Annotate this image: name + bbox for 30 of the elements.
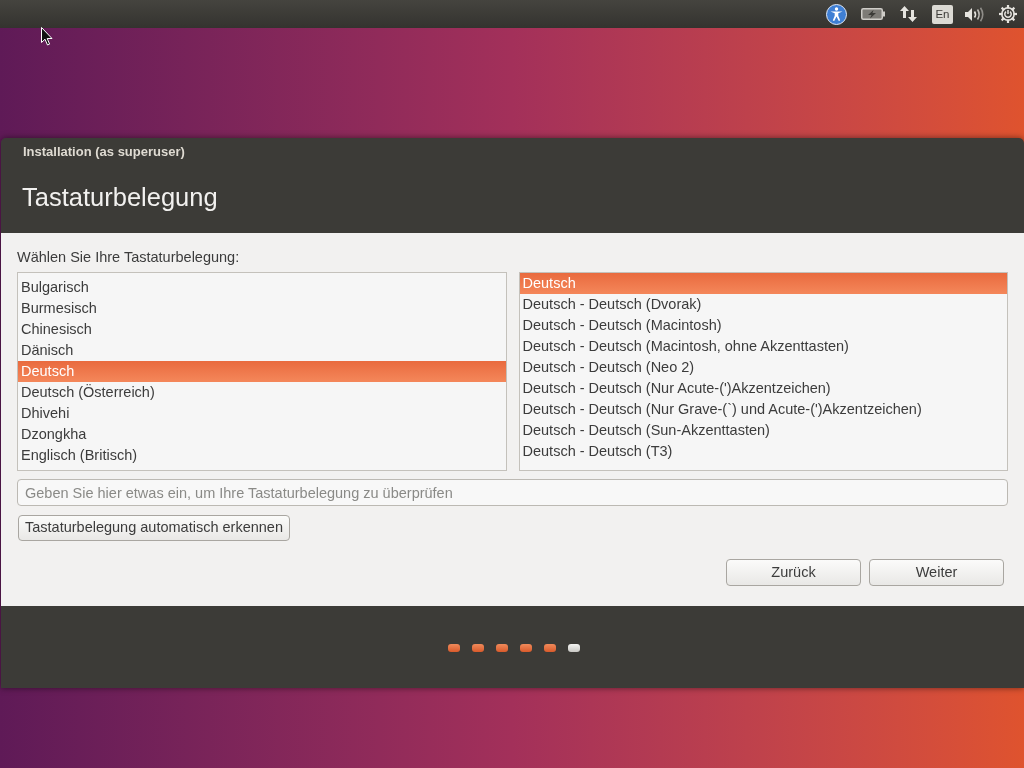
list-item[interactable]: Deutsch - Deutsch (T3) xyxy=(519,441,1007,462)
page-heading: Tastaturbelegung xyxy=(22,182,218,214)
list-item[interactable]: Deutsch - Deutsch (Macintosh, ohne Akzenttasten) xyxy=(519,336,1007,357)
window-title: Installation (as superuser) xyxy=(23,142,185,161)
list-item[interactable]: Deutsch - Deutsch (Nur Acute-(')Akzentzeichen) xyxy=(519,378,1007,399)
accessibility-icon[interactable] xyxy=(826,3,847,25)
list-item[interactable]: Dänisch xyxy=(18,340,506,361)
list-item[interactable]: Englisch (Britisch) xyxy=(18,445,506,466)
prompt-label: Wählen Sie Ihre Tastaturbelegung: xyxy=(17,249,241,266)
list-item[interactable]: Deutsch (Österreich) xyxy=(18,382,506,403)
list-item[interactable]: Deutsch - Deutsch (Macintosh) xyxy=(519,315,1007,336)
keyboard-layout-indicator[interactable]: En xyxy=(932,4,953,24)
list-item[interactable]: Burmesisch xyxy=(18,298,506,319)
test-input-field[interactable]: Geben Sie hier etwas ein, um Ihre Tastaturbelegung zu überprüfen xyxy=(17,479,1008,506)
power-gear-icon[interactable] xyxy=(999,5,1017,23)
battery-charging-icon[interactable] xyxy=(861,8,885,20)
list-item[interactable]: Deutsch - Deutsch (Sun-Akzenttasten) xyxy=(519,420,1007,441)
up-down-arrows-icon[interactable] xyxy=(900,6,917,22)
list-item[interactable]: Deutsch - Deutsch (Nur Grave-(`) und Acute-(')Akzentzeichen) xyxy=(519,399,1007,420)
detect-layout-button[interactable]: Tastaturbelegung automatisch erkennen xyxy=(18,515,290,541)
list-item[interactable]: Chinesisch xyxy=(18,319,506,340)
list-item[interactable]: Deutsch - Deutsch (Dvorak) xyxy=(519,294,1007,315)
list-item[interactable]: Bulgarisch xyxy=(18,277,506,298)
mouse-pointer-icon xyxy=(41,27,53,46)
speaker-volume-icon[interactable] xyxy=(965,6,985,22)
list-item[interactable]: Deutsch - Deutsch (Neo 2) xyxy=(519,357,1007,378)
nav-button[interactable]: Zurück xyxy=(726,559,861,586)
list-item[interactable]: Dhivehi xyxy=(18,403,506,424)
nav-button[interactable]: Weiter xyxy=(869,559,1004,586)
list-item[interactable]: Dzongkha xyxy=(18,424,506,445)
